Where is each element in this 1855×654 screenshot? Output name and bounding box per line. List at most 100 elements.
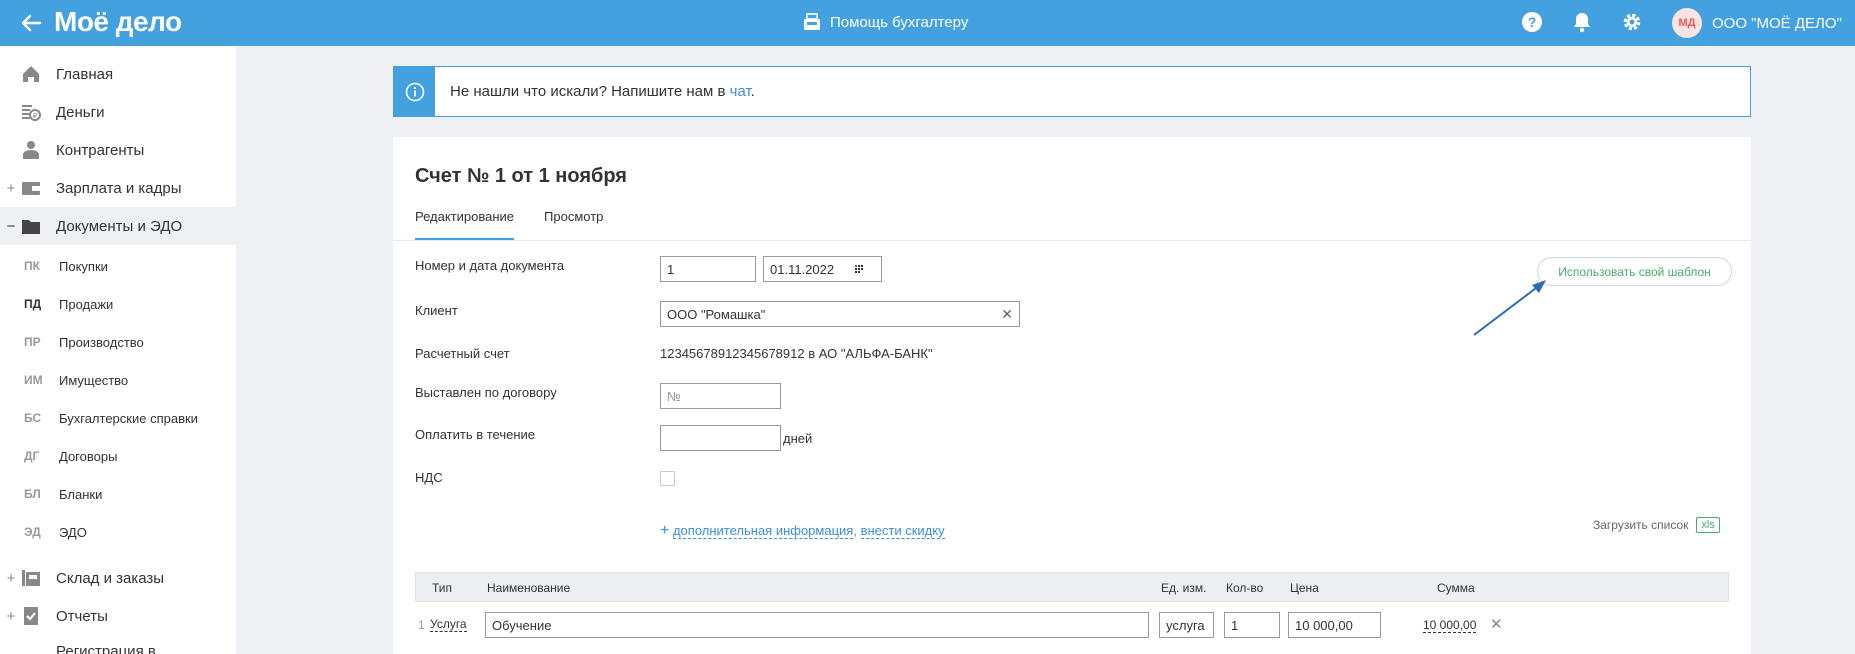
item-name-value: Обучение xyxy=(492,618,552,633)
item-qty-value: 1 xyxy=(1231,618,1239,633)
app-logo[interactable]: Моё дело xyxy=(54,6,182,38)
sidebar-subitem-property[interactable]: ИМ Имущество xyxy=(0,361,236,399)
item-sum[interactable]: 10 000,00 xyxy=(1423,618,1477,633)
document-number-value: 1 xyxy=(667,262,675,277)
sidebar-subitem-forms[interactable]: БЛ Бланки xyxy=(0,475,236,513)
tab-edit[interactable]: Редактирование xyxy=(415,209,515,241)
sidebar-subitem-edo[interactable]: ЭД ЭДО xyxy=(0,513,236,551)
subitem-abbr: БС xyxy=(24,411,42,425)
collapse-toggle[interactable]: − xyxy=(5,218,17,235)
sidebar-item-documents[interactable]: − Документы и ЭДО xyxy=(0,207,236,245)
sidebar-subitem-accounting-notes[interactable]: БС Бухгалтерские справки xyxy=(0,399,236,437)
item-price-value: 10 000,00 xyxy=(1295,618,1353,633)
sidebar-item-label: Документы и ЭДО xyxy=(56,217,183,235)
sidebar-subitem-contracts[interactable]: ДГ Договоры xyxy=(0,437,236,475)
back-arrow-icon[interactable] xyxy=(18,10,44,36)
annotation-arrow-icon xyxy=(1473,280,1546,336)
col-unit: Ед. изм. xyxy=(1161,581,1207,595)
use-template-button[interactable]: Использовать свой шаблон xyxy=(1537,257,1732,286)
row-type-select[interactable]: Услуга xyxy=(430,617,467,632)
number-date-label: Номер и дата документа xyxy=(415,258,565,273)
subitem-abbr: ИМ xyxy=(24,373,43,387)
table-header: Тип Наименование Ед. изм. Кол-во Цена Су… xyxy=(415,572,1729,602)
avatar: МД xyxy=(1672,8,1702,38)
info-icon xyxy=(394,67,435,116)
sidebar-item-reports[interactable]: + Отчеты xyxy=(0,597,236,635)
sidebar-item-home[interactable]: Главная xyxy=(0,55,236,93)
chat-link[interactable]: чат xyxy=(730,83,751,100)
sidebar-item-label: Деньги xyxy=(56,103,105,121)
col-qty: Кол-во xyxy=(1226,581,1264,595)
clear-icon[interactable]: ✕ xyxy=(1001,306,1013,323)
sidebar: Главная ₽ Деньги Контрагенты + Зарплата … xyxy=(0,46,236,654)
item-price-field[interactable]: 10 000,00 xyxy=(1288,612,1381,638)
money-icon: ₽ xyxy=(22,105,41,121)
extra-info-link[interactable]: дополнительная информация xyxy=(672,523,854,539)
col-price: Цена xyxy=(1290,581,1319,595)
expand-toggle[interactable]: + xyxy=(5,180,17,197)
banner-message: Не нашли что искали? Напишите нам в xyxy=(450,83,730,100)
load-list-label: Загрузить список xyxy=(1593,518,1689,532)
contract-placeholder: № xyxy=(667,389,681,404)
subitem-abbr: ПД xyxy=(24,297,42,311)
document-card: Счет № 1 от 1 ноября Редактирование Прос… xyxy=(393,137,1751,654)
extra-info-row: + дополнительная информация, внести скид… xyxy=(660,522,945,540)
vat-checkbox[interactable] xyxy=(660,471,675,486)
document-number-field[interactable]: 1 xyxy=(660,256,756,282)
sidebar-item-label: Главная xyxy=(56,65,114,83)
sidebar-item-registration[interactable]: Регистрация в xyxy=(0,635,236,654)
sidebar-subitem-production[interactable]: ПР Производство xyxy=(0,323,236,361)
calendar-icon[interactable] xyxy=(855,265,865,273)
cash-register-icon xyxy=(804,13,820,30)
sidebar-item-label: Склад и заказы xyxy=(56,569,165,587)
client-field[interactable]: ООО "Ромашка" ✕ xyxy=(660,301,1020,327)
subitem-label: Покупки xyxy=(59,258,108,274)
expand-toggle[interactable]: + xyxy=(5,570,17,587)
organization-name: ООО "МОЁ ДЕЛО" xyxy=(1712,14,1842,32)
subitem-label: Продажи xyxy=(59,296,114,312)
reports-icon xyxy=(24,607,38,625)
pay-within-label: Оплатить в течение xyxy=(415,427,536,442)
pay-within-field[interactable] xyxy=(660,425,781,451)
sidebar-item-label: Зарплата и кадры xyxy=(56,179,182,197)
bell-icon[interactable] xyxy=(1570,10,1594,34)
organization-menu[interactable]: МД ООО "МОЁ ДЕЛО" xyxy=(1672,8,1842,38)
svg-text:₽: ₽ xyxy=(33,112,38,120)
days-label: дней xyxy=(783,431,813,446)
banner-text: Не нашли что искали? Напишите нам в чат. xyxy=(450,83,755,100)
vat-label: НДС xyxy=(415,470,443,485)
subitem-label: Производство xyxy=(59,334,144,350)
delete-row-icon[interactable]: ✕ xyxy=(1490,615,1503,633)
subitem-abbr: ДГ xyxy=(24,449,40,463)
client-label: Клиент xyxy=(415,303,458,318)
expand-toggle[interactable]: + xyxy=(5,608,17,625)
client-value: ООО "Ромашка" xyxy=(667,307,766,322)
item-qty-field[interactable]: 1 xyxy=(1224,612,1280,638)
col-sum: Сумма xyxy=(1437,581,1475,595)
tab-view[interactable]: Просмотр xyxy=(544,209,603,241)
divider xyxy=(393,240,1751,241)
xls-button[interactable]: xls xyxy=(1696,517,1720,533)
subitem-abbr: ПР xyxy=(24,335,41,349)
col-name: Наименование xyxy=(487,581,571,595)
sidebar-subitem-purchases[interactable]: ПК Покупки xyxy=(0,247,236,285)
help-icon[interactable]: ? xyxy=(1520,10,1544,34)
sidebar-item-money[interactable]: ₽ Деньги xyxy=(0,93,236,131)
load-list[interactable]: Загрузить список xls xyxy=(1593,517,1720,533)
help-center-label: Помощь бухгалтеру xyxy=(830,13,969,31)
sidebar-item-label: Контрагенты xyxy=(56,141,145,159)
sidebar-item-salary[interactable]: + Зарплата и кадры xyxy=(0,169,236,207)
sidebar-subitem-sales[interactable]: ПД Продажи xyxy=(0,285,236,323)
item-unit-field[interactable]: услуга xyxy=(1159,612,1214,638)
sidebar-item-warehouse[interactable]: + Склад и заказы xyxy=(0,559,236,597)
gear-icon[interactable] xyxy=(1620,10,1644,34)
document-date-field[interactable]: 01.11.2022 xyxy=(763,256,882,282)
sidebar-item-contractors[interactable]: Контрагенты xyxy=(0,131,236,169)
plus-icon[interactable]: + xyxy=(660,522,669,539)
discount-link[interactable]: внести скидку xyxy=(860,523,945,539)
item-name-field[interactable]: Обучение xyxy=(485,612,1149,638)
contract-field[interactable]: № xyxy=(660,383,781,409)
item-unit-value: услуга xyxy=(1166,618,1205,633)
help-center-link[interactable]: Помощь бухгалтеру xyxy=(802,12,968,32)
subitem-label: Имущество xyxy=(59,372,129,388)
